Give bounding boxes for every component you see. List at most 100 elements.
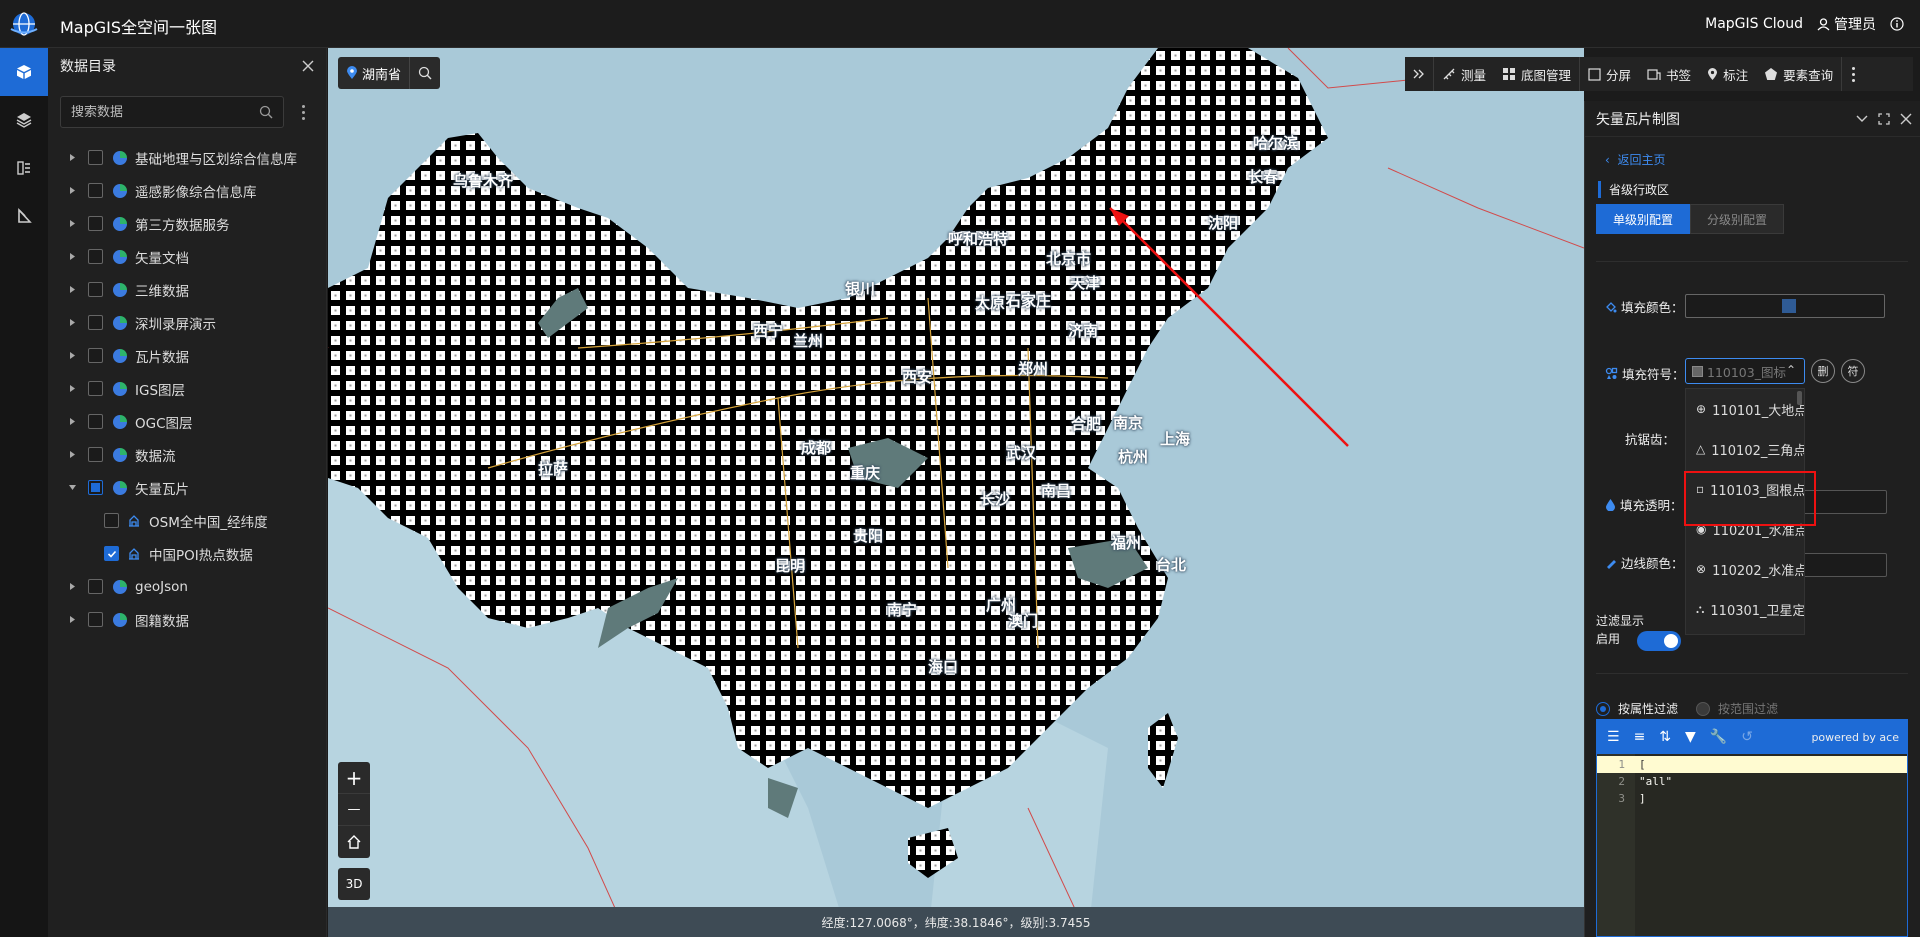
location-selector[interactable]: 湖南省 xyxy=(338,57,411,89)
close-icon[interactable] xyxy=(1900,113,1912,125)
checkbox[interactable] xyxy=(88,348,103,363)
checkbox[interactable] xyxy=(88,447,103,462)
checkbox[interactable] xyxy=(88,315,103,330)
toolbar-feature-query[interactable]: 要素查询 xyxy=(1756,57,1841,91)
caret-right-icon[interactable] xyxy=(66,152,78,164)
caret-right-icon[interactable] xyxy=(66,185,78,197)
user-menu[interactable]: 管理员 xyxy=(1817,14,1876,34)
tree-child-item[interactable]: 中国POI热点数据 xyxy=(48,537,327,570)
symbol-option[interactable]: △ 110102_三角点 xyxy=(1686,429,1804,469)
tree-child-item[interactable]: OSM全中国_经纬度 xyxy=(48,504,327,537)
tab-multi-level[interactable]: 分级别配置 xyxy=(1690,204,1785,234)
city-label: 天津 xyxy=(1070,274,1101,292)
format-icon[interactable]: ☰ xyxy=(1607,729,1620,745)
chevron-down-icon[interactable] xyxy=(1856,113,1868,125)
tree-item[interactable]: geoJson xyxy=(48,570,327,603)
tree-item[interactable]: 数据流 xyxy=(48,438,327,471)
caret-right-icon[interactable] xyxy=(66,383,78,395)
checkbox[interactable] xyxy=(88,282,103,297)
filter-display-label: 过滤显示 xyxy=(1596,614,1645,628)
more-options-icon[interactable] xyxy=(298,101,308,123)
tree-item[interactable]: 深圳录屏演示 xyxy=(48,306,327,339)
caret-right-icon[interactable] xyxy=(66,416,78,428)
caret-right-icon[interactable] xyxy=(66,317,78,329)
fill-color-picker[interactable] xyxy=(1685,294,1885,318)
toolbar-more[interactable] xyxy=(1841,57,1865,91)
nav-data-catalog[interactable] xyxy=(0,48,48,96)
toolbar-split[interactable]: 分屏 xyxy=(1579,57,1639,91)
symbol-library-button[interactable]: 符 xyxy=(1841,359,1865,383)
tree-item[interactable]: OGC图层 xyxy=(48,405,327,438)
nav-layers[interactable] xyxy=(0,96,48,144)
caret-right-icon[interactable] xyxy=(66,449,78,461)
3d-toggle-button[interactable]: 3D xyxy=(338,868,370,900)
tree-item[interactable]: 第三方数据服务 xyxy=(48,207,327,240)
fill-symbol-select[interactable]: 110103_图标 ⌃ xyxy=(1685,358,1805,384)
checkbox[interactable] xyxy=(88,249,103,264)
checkbox[interactable] xyxy=(88,414,103,429)
panel-title: 矢量瓦片制图 xyxy=(1596,111,1680,128)
toolbar-basemap[interactable]: 底图管理 xyxy=(1494,57,1579,91)
delete-symbol-button[interactable]: 删 xyxy=(1811,359,1835,383)
zoom-in-button[interactable]: + xyxy=(338,762,370,794)
catalog-search-input[interactable] xyxy=(71,104,249,120)
caret-right-icon[interactable] xyxy=(66,614,78,626)
filter-enable-toggle[interactable] xyxy=(1637,631,1681,651)
tab-single-level[interactable]: 单级别配置 xyxy=(1596,204,1691,234)
toolbar-annotate[interactable]: 标注 xyxy=(1699,57,1756,91)
symbol-option[interactable]: ⊕ 110101_大地点 xyxy=(1686,389,1804,429)
checkbox[interactable] xyxy=(88,480,103,495)
checkbox[interactable] xyxy=(104,546,119,561)
symbol-option[interactable]: ⛬ 110301_卫星定 xyxy=(1686,589,1804,629)
undo-icon[interactable]: ↺ xyxy=(1741,729,1753,745)
tree-item[interactable]: 图籍数据 xyxy=(48,603,327,636)
checkbox[interactable] xyxy=(88,579,103,594)
tree-item[interactable]: 矢量瓦片 xyxy=(48,471,327,504)
filter-icon[interactable]: ▼ xyxy=(1685,729,1696,745)
dropdown-scrollbar[interactable] xyxy=(1797,391,1802,405)
compact-icon[interactable]: ≡ xyxy=(1634,729,1646,745)
checkbox[interactable] xyxy=(88,381,103,396)
wrench-icon[interactable]: 🔧 xyxy=(1710,729,1727,745)
border-color-picker[interactable] xyxy=(1795,553,1887,577)
checkbox[interactable] xyxy=(88,150,103,165)
tree-item[interactable]: IGS图层 xyxy=(48,372,327,405)
checkbox[interactable] xyxy=(88,216,103,231)
tree-item[interactable]: 三维数据 xyxy=(48,273,327,306)
nav-tools[interactable] xyxy=(0,192,48,240)
checkbox[interactable] xyxy=(104,513,119,528)
caret-right-icon[interactable] xyxy=(66,350,78,362)
toolbar-expand[interactable] xyxy=(1405,57,1433,91)
radio-range-filter[interactable]: 按范围过滤 xyxy=(1696,700,1778,717)
tree-item-label: 深圳录屏演示 xyxy=(135,316,216,333)
tree-item[interactable]: 矢量文档 xyxy=(48,240,327,273)
info-button[interactable] xyxy=(1890,17,1904,31)
tree-item[interactable]: 瓦片数据 xyxy=(48,339,327,372)
search-icon[interactable] xyxy=(259,105,273,119)
tree-item[interactable]: 基础地理与区划综合信息库 xyxy=(48,141,327,174)
toolbar-bookmark[interactable]: 书签 xyxy=(1639,57,1699,91)
caret-right-icon[interactable] xyxy=(66,218,78,230)
toolbar-measure[interactable]: 测量 xyxy=(1433,57,1494,91)
home-button[interactable] xyxy=(338,826,370,858)
expand-icon[interactable] xyxy=(1878,112,1890,125)
caret-right-icon[interactable] xyxy=(66,581,78,593)
back-home-link[interactable]: ‹ 返回主页 xyxy=(1605,151,1665,168)
cloud-link[interactable]: MapGIS Cloud xyxy=(1705,16,1803,32)
radio-attribute-filter[interactable]: 按属性过滤 xyxy=(1596,700,1678,717)
city-label: 重庆 xyxy=(850,464,881,482)
checkbox[interactable] xyxy=(88,183,103,198)
map-view[interactable]: 乌鲁木齐 呼和浩特 哈尔滨 长春 沈阳 北京市 天津 石家庄 太原 银川 西宁 兰州 济南 郑州 西安 合肥南… xyxy=(328,48,1584,937)
close-icon[interactable] xyxy=(302,60,314,72)
caret-right-icon[interactable] xyxy=(66,251,78,263)
zoom-out-button[interactable]: — xyxy=(338,794,370,826)
sort-icon[interactable]: ⇅ xyxy=(1659,729,1671,745)
filter-json-editor[interactable]: ☰ ≡ ⇅ ▼ 🔧 ↺ powered by ace 1[ 2 "all" 3] xyxy=(1596,719,1908,937)
tree-item[interactable]: 遥感影像综合信息库 xyxy=(48,174,327,207)
caret-down-icon[interactable] xyxy=(66,482,78,494)
checkbox[interactable] xyxy=(88,612,103,627)
symbol-option[interactable]: ⊗ 110202_水准点 xyxy=(1686,549,1804,589)
map-search-button[interactable] xyxy=(410,57,440,89)
nav-legend[interactable] xyxy=(0,144,48,192)
caret-right-icon[interactable] xyxy=(66,284,78,296)
